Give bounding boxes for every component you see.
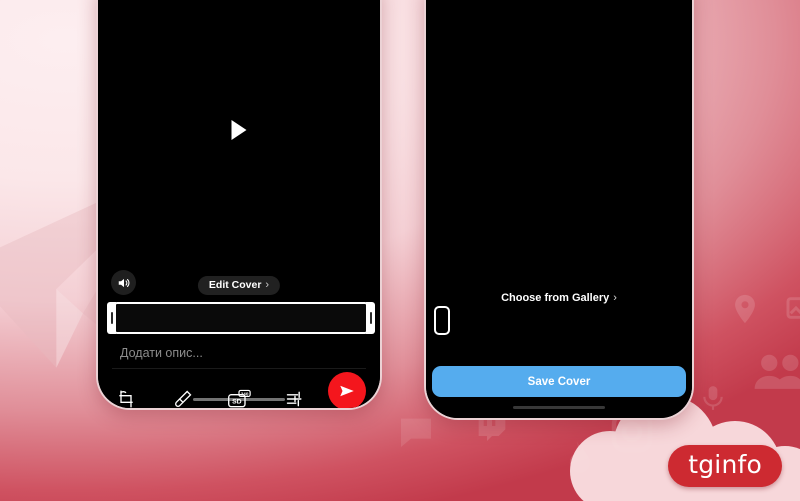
crop-rotate-icon[interactable] — [98, 376, 154, 408]
quality-sd-icon[interactable]: SD 240 — [211, 376, 267, 408]
edit-cover-button[interactable]: Edit Cover › — [197, 276, 281, 295]
chat-watermark-icon — [394, 412, 438, 452]
chevron-right-icon: › — [265, 278, 270, 291]
home-indicator — [513, 406, 605, 409]
trim-handle-right[interactable] — [366, 302, 375, 334]
choose-from-gallery-label: Choose from Gallery — [501, 292, 610, 304]
phone-left-video-editor: Edit Cover › Додати опис... SD 240 — [96, 0, 382, 410]
photo-watermark-icon — [782, 292, 800, 324]
adjust-sliders-icon[interactable] — [267, 376, 323, 408]
home-indicator — [193, 398, 285, 401]
send-icon[interactable] — [328, 372, 366, 408]
play-icon[interactable] — [231, 120, 247, 140]
cover-frame-thumbnail[interactable] — [434, 306, 450, 335]
divider — [112, 368, 366, 369]
tginfo-logo: tginfo — [668, 445, 782, 487]
tginfo-logo-text: tginfo — [688, 450, 762, 479]
chevron-right-icon: › — [613, 291, 617, 304]
video-trim-strip[interactable] — [107, 302, 375, 334]
caption-input[interactable]: Додати опис... — [120, 346, 203, 360]
phone-right-cover-picker: Choose from Gallery › Save Cover — [424, 0, 694, 420]
trim-handle-left[interactable] — [107, 302, 116, 334]
save-cover-button[interactable]: Save Cover — [432, 366, 686, 397]
location-pin-watermark-icon — [728, 288, 762, 330]
speaker-icon[interactable] — [111, 270, 136, 295]
edit-cover-label: Edit Cover — [208, 279, 262, 291]
right-screen: Choose from Gallery › Save Cover — [426, 0, 692, 418]
left-screen: Edit Cover › Додати опис... SD 240 — [98, 0, 380, 408]
save-cover-label: Save Cover — [527, 375, 591, 388]
svg-text:240: 240 — [241, 391, 249, 396]
brush-icon[interactable] — [154, 376, 210, 408]
choose-from-gallery-button[interactable]: Choose from Gallery › — [501, 292, 617, 304]
